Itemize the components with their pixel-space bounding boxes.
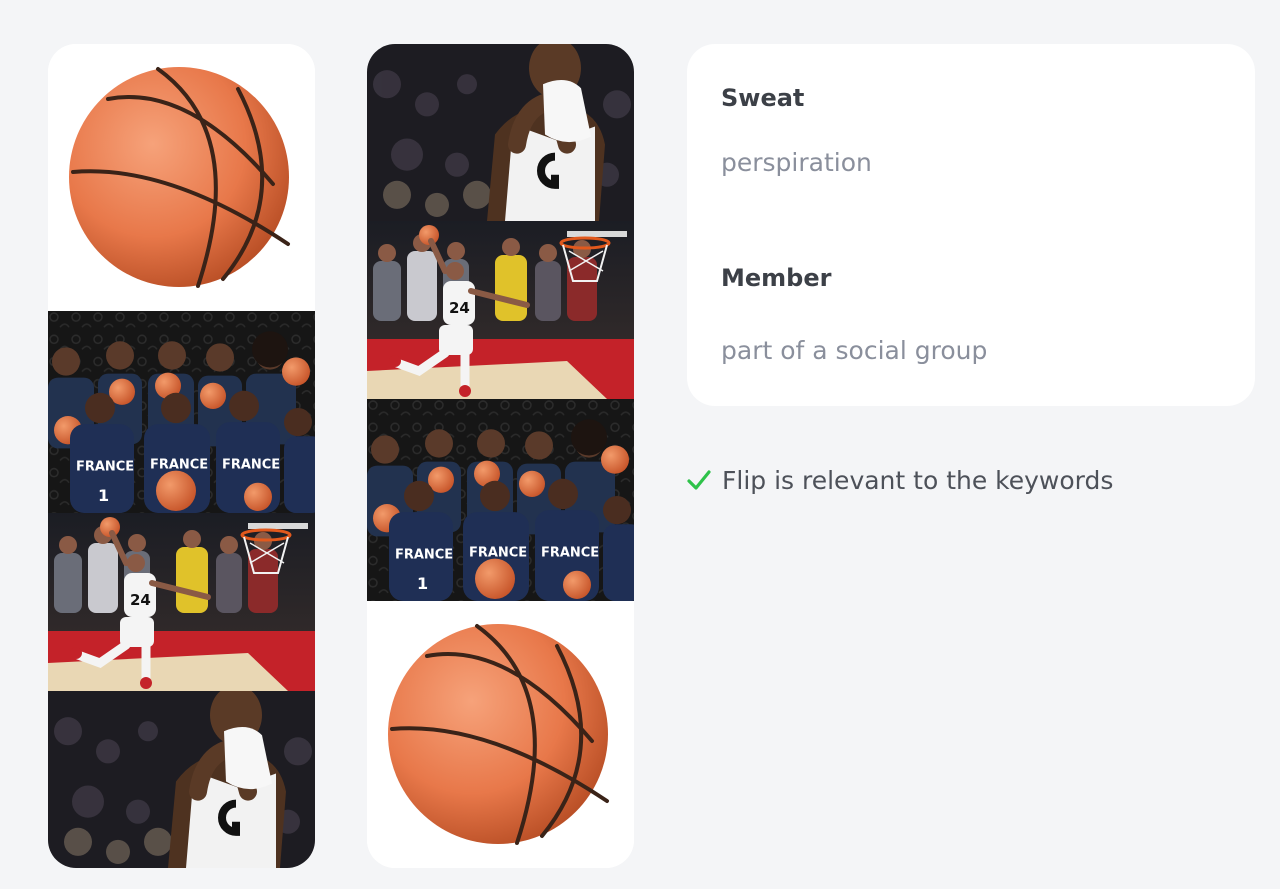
player-dunk-photo <box>48 513 315 691</box>
keyword-term: Member <box>721 264 832 292</box>
image-column-left <box>48 44 315 868</box>
team-france-photo <box>367 399 634 601</box>
checkmark-icon <box>686 468 712 492</box>
keyword-term: Sweat <box>721 84 805 112</box>
keyword-definitions-card: Sweat perspiration Member part of a soci… <box>687 44 1255 406</box>
image-column-right <box>367 44 634 868</box>
relevance-status: Flip is relevant to the keywords <box>686 462 1113 498</box>
keyword-definition: part of a social group <box>721 336 988 365</box>
keyword-definition: perspiration <box>721 148 872 177</box>
basketball-image <box>48 44 315 311</box>
status-text: Flip is relevant to the keywords <box>722 465 1114 495</box>
basketball-image <box>367 601 634 868</box>
player-dunk-photo <box>367 221 634 399</box>
team-france-photo <box>48 311 315 513</box>
player-sweat-photo <box>48 691 315 868</box>
player-sweat-photo <box>367 44 634 221</box>
